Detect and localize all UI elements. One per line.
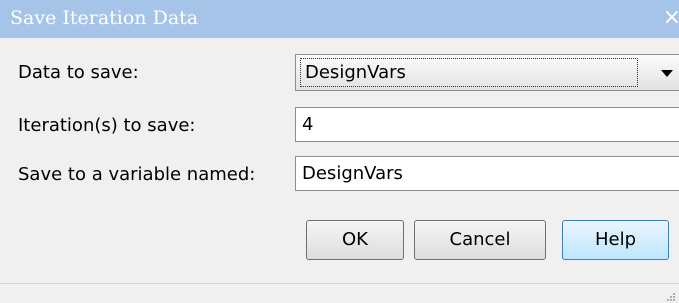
ok-button[interactable]: OK: [306, 220, 404, 260]
data-to-save-select[interactable]: DesignVars: [295, 54, 679, 91]
variable-name-input[interactable]: DesignVars: [295, 156, 679, 191]
title-bar[interactable]: Save Iteration Data ×: [0, 0, 679, 38]
variable-name-label: Save to a variable named:: [18, 164, 256, 185]
data-to-save-value: DesignVars: [300, 58, 638, 87]
dialog-title: Save Iteration Data: [10, 7, 199, 29]
close-icon[interactable]: ×: [663, 5, 679, 30]
resize-grip-icon[interactable]: [666, 292, 676, 302]
chevron-down-icon[interactable]: [657, 63, 679, 83]
save-iteration-dialog: Save Iteration Data × Data to save: Desi…: [0, 0, 679, 303]
help-button[interactable]: Help: [562, 220, 669, 260]
status-bar: [0, 283, 679, 303]
cancel-button[interactable]: Cancel: [414, 220, 546, 260]
data-to-save-label: Data to save:: [18, 62, 139, 83]
iterations-input[interactable]: 4: [295, 107, 679, 142]
iterations-to-save-label: Iteration(s) to save:: [18, 115, 196, 136]
